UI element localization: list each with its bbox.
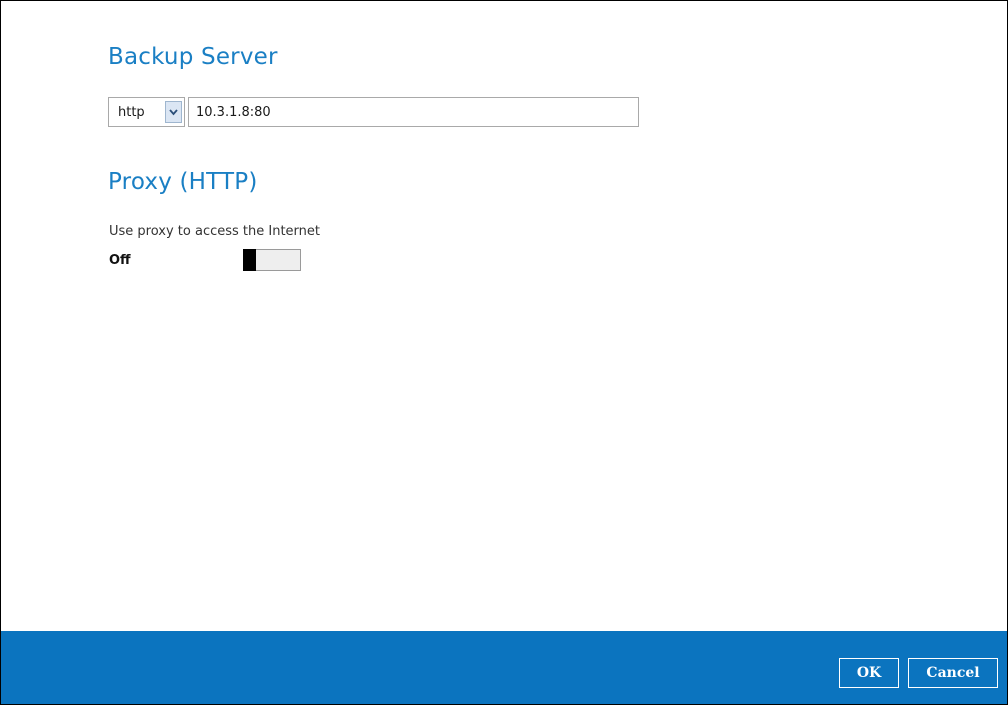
toggle-knob[interactable] <box>243 249 256 271</box>
protocol-value: http <box>118 105 145 120</box>
footer-bar: OK Cancel <box>1 631 1007 704</box>
protocol-dropdown-button[interactable] <box>165 101 182 123</box>
proxy-toggle[interactable] <box>243 249 301 271</box>
server-address-input[interactable] <box>188 97 639 127</box>
dialog-window: Backup Server http Proxy (HTTP) Use prox… <box>0 0 1008 705</box>
ok-button[interactable]: OK <box>839 658 899 688</box>
backup-server-title: Backup Server <box>108 44 278 70</box>
chevron-down-icon <box>169 109 178 116</box>
cancel-button[interactable]: Cancel <box>908 658 998 688</box>
proxy-title: Proxy (HTTP) <box>108 169 258 195</box>
proxy-label: Use proxy to access the Internet <box>109 224 321 239</box>
proxy-state-text: Off <box>109 253 131 268</box>
protocol-select[interactable]: http <box>108 97 185 127</box>
